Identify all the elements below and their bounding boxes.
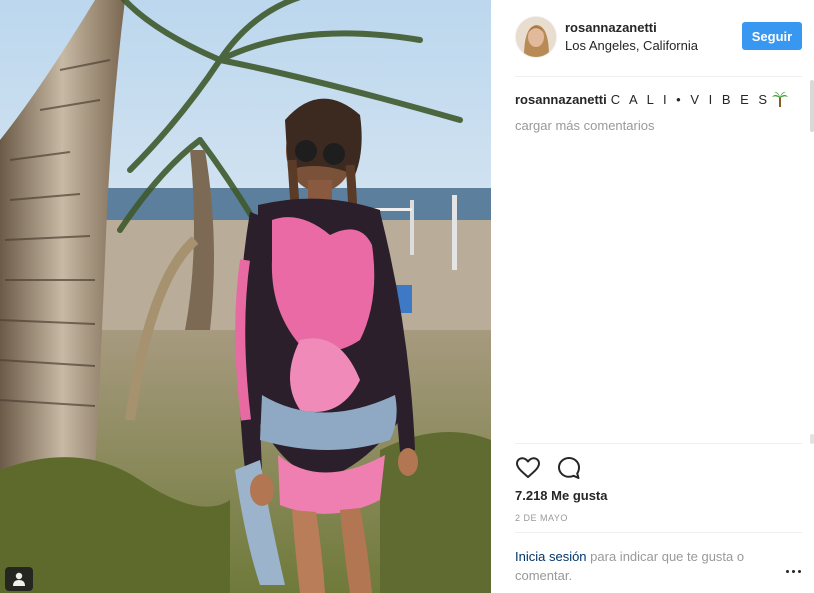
post-caption: rosannazanetti C A L I • V I B E S — [515, 91, 795, 108]
heart-icon[interactable] — [515, 455, 541, 481]
post-photo[interactable] — [0, 0, 491, 593]
tagged-users-button[interactable] — [5, 567, 33, 591]
post-photo-illustration — [0, 0, 491, 593]
post-username[interactable]: rosannazanetti — [565, 20, 657, 35]
more-options-icon[interactable] — [785, 566, 803, 578]
header-divider — [515, 76, 802, 77]
avatar-image — [516, 17, 556, 57]
login-prompt: Inicia sesión para indicar que te gusta … — [515, 547, 775, 585]
palm-tree-icon — [772, 91, 789, 107]
caption-username[interactable]: rosannazanetti — [515, 92, 607, 107]
follow-button[interactable]: Seguir — [742, 22, 802, 50]
caption-text: C A L I • V I B E S — [610, 92, 771, 107]
likes-count[interactable]: 7.218 Me gusta — [515, 488, 608, 503]
comment-icon[interactable] — [556, 455, 582, 481]
scrollbar-stub — [810, 434, 814, 444]
login-link[interactable]: Inicia sesión — [515, 549, 587, 564]
post-sidebar: rosannazanetti Los Angeles, California S… — [491, 0, 814, 593]
post-header: rosannazanetti Los Angeles, California S… — [515, 16, 802, 60]
comments-scrollbar[interactable] — [810, 80, 814, 132]
post-date[interactable]: 2 DE MAYO — [515, 513, 568, 523]
avatar[interactable] — [515, 16, 557, 58]
footer-divider — [515, 532, 802, 533]
load-more-comments-link[interactable]: cargar más comentarios — [515, 118, 654, 133]
post-location[interactable]: Los Angeles, California — [565, 38, 698, 53]
actions-divider — [515, 443, 802, 444]
user-icon — [13, 572, 25, 586]
